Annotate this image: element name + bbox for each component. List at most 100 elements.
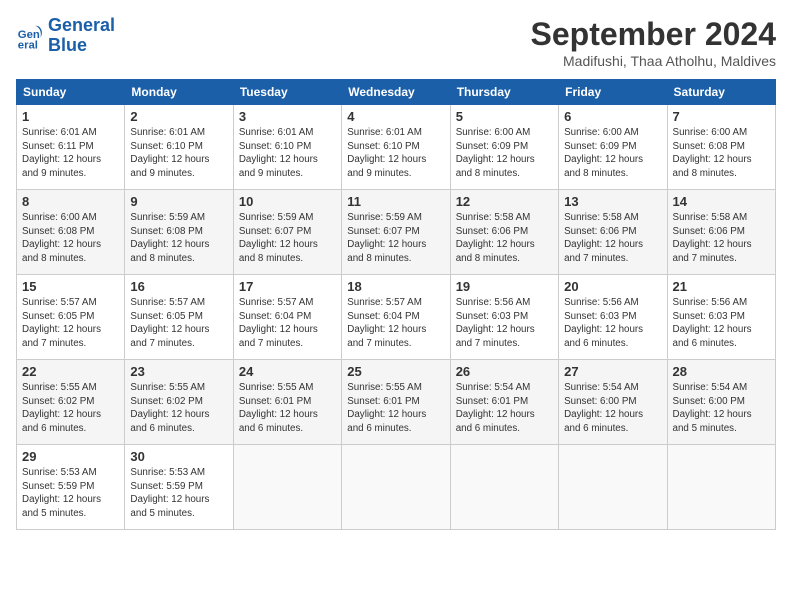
day-number: 28 bbox=[673, 364, 770, 379]
calendar-cell: 8 Sunrise: 6:00 AMSunset: 6:08 PMDaylight… bbox=[17, 190, 125, 275]
day-info: Sunrise: 6:01 AMSunset: 6:11 PMDaylight:… bbox=[22, 126, 119, 181]
calendar-cell: 21Sunrise: 5:56 AMSunset: 6:03 PMDayligh… bbox=[667, 275, 775, 360]
calendar-week-row: 15 Sunrise: 5:57 AMSunset: 6:05 PMDayligh… bbox=[17, 275, 776, 360]
day-number: 27 bbox=[564, 364, 661, 379]
calendar-table: SundayMondayTuesdayWednesdayThursdayFrid… bbox=[16, 79, 776, 530]
day-info: Sunrise: 5:59 AMSunset: 6:07 PMDaylight:… bbox=[239, 211, 336, 266]
calendar-cell: 29 Sunrise: 5:53 AMSunset: 5:59 PMDayligh… bbox=[17, 445, 125, 530]
day-number: 25 bbox=[347, 364, 444, 379]
day-number: 14 bbox=[673, 194, 770, 209]
day-number: 7 bbox=[673, 109, 770, 124]
calendar-cell: 10 Sunrise: 5:59 AMSunset: 6:07 PMDayligh… bbox=[233, 190, 341, 275]
logo-icon: Gen eral bbox=[16, 22, 44, 50]
header-monday: Monday bbox=[125, 80, 233, 105]
calendar-cell: 14 Sunrise: 5:58 AMSunset: 6:06 PMDayligh… bbox=[667, 190, 775, 275]
calendar-cell: 13 Sunrise: 5:58 AMSunset: 6:06 PMDayligh… bbox=[559, 190, 667, 275]
header-wednesday: Wednesday bbox=[342, 80, 450, 105]
day-info: Sunrise: 5:56 AMSunset: 6:03 PMDaylight:… bbox=[456, 296, 553, 351]
calendar-cell: 16 Sunrise: 5:57 AMSunset: 6:05 PMDayligh… bbox=[125, 275, 233, 360]
day-number: 12 bbox=[456, 194, 553, 209]
day-number: 30 bbox=[130, 449, 227, 464]
day-number: 19 bbox=[456, 279, 553, 294]
day-info: Sunrise: 5:55 AMSunset: 6:02 PMDaylight:… bbox=[22, 381, 119, 436]
calendar-cell: 19 Sunrise: 5:56 AMSunset: 6:03 PMDayligh… bbox=[450, 275, 558, 360]
calendar-cell: 2 Sunrise: 6:01 AMSunset: 6:10 PMDaylight… bbox=[125, 105, 233, 190]
calendar-cell bbox=[667, 445, 775, 530]
calendar-cell bbox=[450, 445, 558, 530]
calendar-cell: 24 Sunrise: 5:55 AMSunset: 6:01 PMDayligh… bbox=[233, 360, 341, 445]
calendar-cell: 3 Sunrise: 6:01 AMSunset: 6:10 PMDaylight… bbox=[233, 105, 341, 190]
calendar-cell: 27 Sunrise: 5:54 AMSunset: 6:00 PMDayligh… bbox=[559, 360, 667, 445]
day-number: 20 bbox=[564, 279, 661, 294]
day-info: Sunrise: 5:57 AMSunset: 6:05 PMDaylight:… bbox=[22, 296, 119, 351]
day-number: 9 bbox=[130, 194, 227, 209]
day-number: 13 bbox=[564, 194, 661, 209]
page-header: Gen eral GeneralBlue September 2024 Madi… bbox=[16, 16, 776, 69]
day-info: Sunrise: 5:57 AMSunset: 6:05 PMDaylight:… bbox=[130, 296, 227, 351]
day-number: 15 bbox=[22, 279, 119, 294]
day-info: Sunrise: 5:55 AMSunset: 6:02 PMDaylight:… bbox=[130, 381, 227, 436]
calendar-week-row: 29 Sunrise: 5:53 AMSunset: 5:59 PMDayligh… bbox=[17, 445, 776, 530]
calendar-cell bbox=[342, 445, 450, 530]
day-number: 3 bbox=[239, 109, 336, 124]
header-tuesday: Tuesday bbox=[233, 80, 341, 105]
day-info: Sunrise: 5:58 AMSunset: 6:06 PMDaylight:… bbox=[673, 211, 770, 266]
day-info: Sunrise: 5:54 AMSunset: 6:01 PMDaylight:… bbox=[456, 381, 553, 436]
day-info: Sunrise: 5:55 AMSunset: 6:01 PMDaylight:… bbox=[239, 381, 336, 436]
calendar-cell bbox=[233, 445, 341, 530]
calendar-cell: 30Sunrise: 5:53 AMSunset: 5:59 PMDayligh… bbox=[125, 445, 233, 530]
calendar-cell: 7 Sunrise: 6:00 AMSunset: 6:08 PMDaylight… bbox=[667, 105, 775, 190]
day-info: Sunrise: 5:57 AMSunset: 6:04 PMDaylight:… bbox=[239, 296, 336, 351]
day-number: 24 bbox=[239, 364, 336, 379]
day-info: Sunrise: 5:58 AMSunset: 6:06 PMDaylight:… bbox=[564, 211, 661, 266]
svg-text:eral: eral bbox=[18, 39, 38, 50]
logo-text: GeneralBlue bbox=[48, 16, 115, 56]
day-info: Sunrise: 6:00 AMSunset: 6:08 PMDaylight:… bbox=[22, 211, 119, 266]
day-info: Sunrise: 6:01 AMSunset: 6:10 PMDaylight:… bbox=[239, 126, 336, 181]
calendar-week-row: 8 Sunrise: 6:00 AMSunset: 6:08 PMDaylight… bbox=[17, 190, 776, 275]
day-info: Sunrise: 6:00 AMSunset: 6:09 PMDaylight:… bbox=[456, 126, 553, 181]
calendar-week-row: 22Sunrise: 5:55 AMSunset: 6:02 PMDayligh… bbox=[17, 360, 776, 445]
day-number: 18 bbox=[347, 279, 444, 294]
day-info: Sunrise: 5:55 AMSunset: 6:01 PMDaylight:… bbox=[347, 381, 444, 436]
calendar-cell: 11Sunrise: 5:59 AMSunset: 6:07 PMDayligh… bbox=[342, 190, 450, 275]
location: Madifushi, Thaa Atholhu, Maldives bbox=[531, 53, 776, 69]
day-info: Sunrise: 5:59 AMSunset: 6:07 PMDaylight:… bbox=[347, 211, 444, 266]
day-info: Sunrise: 5:58 AMSunset: 6:06 PMDaylight:… bbox=[456, 211, 553, 266]
day-info: Sunrise: 6:01 AMSunset: 6:10 PMDaylight:… bbox=[130, 126, 227, 181]
header-thursday: Thursday bbox=[450, 80, 558, 105]
day-info: Sunrise: 5:56 AMSunset: 6:03 PMDaylight:… bbox=[564, 296, 661, 351]
title-block: September 2024 Madifushi, Thaa Atholhu, … bbox=[531, 16, 776, 69]
day-info: Sunrise: 5:53 AMSunset: 5:59 PMDaylight:… bbox=[22, 466, 119, 521]
calendar-cell: 1 Sunrise: 6:01 AMSunset: 6:11 PMDaylight… bbox=[17, 105, 125, 190]
day-number: 23 bbox=[130, 364, 227, 379]
day-number: 5 bbox=[456, 109, 553, 124]
day-info: Sunrise: 5:57 AMSunset: 6:04 PMDaylight:… bbox=[347, 296, 444, 351]
day-info: Sunrise: 5:54 AMSunset: 6:00 PMDaylight:… bbox=[564, 381, 661, 436]
day-info: Sunrise: 5:54 AMSunset: 6:00 PMDaylight:… bbox=[673, 381, 770, 436]
day-info: Sunrise: 6:00 AMSunset: 6:08 PMDaylight:… bbox=[673, 126, 770, 181]
calendar-cell: 5 Sunrise: 6:00 AMSunset: 6:09 PMDaylight… bbox=[450, 105, 558, 190]
day-number: 8 bbox=[22, 194, 119, 209]
day-info: Sunrise: 6:01 AMSunset: 6:10 PMDaylight:… bbox=[347, 126, 444, 181]
day-info: Sunrise: 6:00 AMSunset: 6:09 PMDaylight:… bbox=[564, 126, 661, 181]
calendar-cell: 28 Sunrise: 5:54 AMSunset: 6:00 PMDayligh… bbox=[667, 360, 775, 445]
header-sunday: Sunday bbox=[17, 80, 125, 105]
day-number: 16 bbox=[130, 279, 227, 294]
calendar-cell: 23 Sunrise: 5:55 AMSunset: 6:02 PMDayligh… bbox=[125, 360, 233, 445]
header-friday: Friday bbox=[559, 80, 667, 105]
day-number: 29 bbox=[22, 449, 119, 464]
calendar-cell: 26Sunrise: 5:54 AMSunset: 6:01 PMDayligh… bbox=[450, 360, 558, 445]
day-number: 21 bbox=[673, 279, 770, 294]
day-number: 1 bbox=[22, 109, 119, 124]
calendar-cell: 9Sunrise: 5:59 AMSunset: 6:08 PMDaylight… bbox=[125, 190, 233, 275]
day-number: 10 bbox=[239, 194, 336, 209]
calendar-cell: 12 Sunrise: 5:58 AMSunset: 6:06 PMDayligh… bbox=[450, 190, 558, 275]
calendar-cell: 15 Sunrise: 5:57 AMSunset: 6:05 PMDayligh… bbox=[17, 275, 125, 360]
day-number: 6 bbox=[564, 109, 661, 124]
calendar-cell: 17Sunrise: 5:57 AMSunset: 6:04 PMDayligh… bbox=[233, 275, 341, 360]
calendar-header-row: SundayMondayTuesdayWednesdayThursdayFrid… bbox=[17, 80, 776, 105]
day-number: 2 bbox=[130, 109, 227, 124]
month-title: September 2024 bbox=[531, 16, 776, 53]
calendar-cell bbox=[559, 445, 667, 530]
